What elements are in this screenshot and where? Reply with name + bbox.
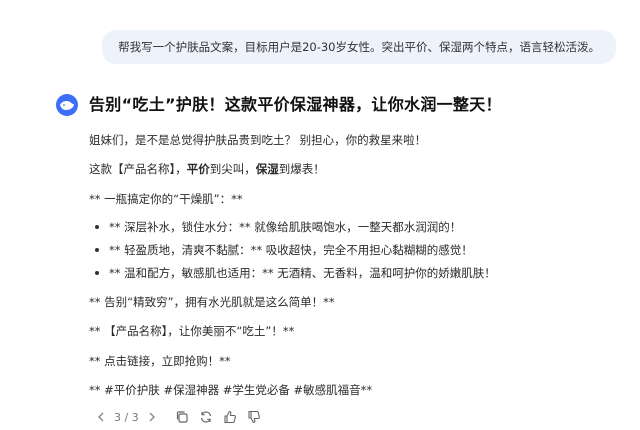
list-item: ** 温和配方，敏感肌也适用：** 无酒精、无香料，温和呵护你的娇嫩肌肤！ — [95, 265, 496, 288]
answer-pager: 3 / 3 — [94, 410, 159, 424]
benefit-list: ** 深层补水，锁住水分：** 就像给肌肤喝饱水，一整天都水润润的！ ** 轻盈… — [95, 219, 496, 288]
assistant-whale-icon — [60, 101, 74, 110]
pager-text: 3 / 3 — [114, 410, 139, 424]
assistant-avatar — [56, 94, 78, 116]
feature-text-a: 这款【产品名称】， — [89, 162, 187, 176]
feature-text-c: 到尖叫， — [209, 162, 256, 176]
feature-bold-moist: 保湿 — [255, 162, 279, 176]
thumbs-down-icon[interactable] — [247, 410, 261, 424]
assistant-answer: 告别“吃土”护肤！这款平价保湿神器，让你水润一整天！ 姐妹们，是不是总觉得护肤品… — [89, 92, 609, 397]
chevron-left-icon[interactable] — [94, 410, 108, 424]
answer-paragraph-cta: ** 点击链接，立即抢购！** — [89, 354, 231, 368]
user-message-text: 帮我写一个护肤品文案，目标用户是20-30岁女性。突出平价、保湿两个特点，语言轻… — [118, 40, 600, 54]
list-item: ** 轻盈质地，清爽不黏腻：** 吸收超快，完全不用担心黏糊糊的感觉！ — [95, 242, 496, 265]
answer-title: 告别“吃土”护肤！这款平价保湿神器，让你水润一整天！ — [89, 95, 502, 114]
answer-paragraph-features: 这款【产品名称】，平价到尖叫，保湿到爆表！ — [89, 161, 325, 177]
user-message-bubble: 帮我写一个护肤品文案，目标用户是20-30岁女性。突出平价、保湿两个特点，语言轻… — [102, 30, 616, 64]
thumbs-up-icon[interactable] — [223, 410, 237, 424]
answer-paragraph-intro: 姐妹们，是不是总觉得护肤品贵到吃土？ 别担心，你的救星来啦！ — [89, 133, 427, 147]
answer-subheading: ** 一瓶搞定你的“干燥肌”：** — [89, 192, 243, 206]
answer-paragraph-hashtags: ** #平价护肤 #保湿神器 #学生党必备 #敏感肌福音** — [89, 383, 373, 397]
answer-toolbar: 3 / 3 — [94, 409, 261, 425]
refresh-icon[interactable] — [199, 410, 213, 424]
copy-icon[interactable] — [175, 410, 189, 424]
chevron-right-icon[interactable] — [145, 410, 159, 424]
list-item: ** 深层补水，锁住水分：** 就像给肌肤喝饱水，一整天都水润润的！ — [95, 219, 496, 242]
answer-paragraph-product: ** 【产品名称】，让你美丽不“吃土”！** — [89, 324, 295, 338]
answer-paragraph-closing: ** 告别“精致穷”，拥有水光肌就是这么简单！** — [89, 295, 335, 309]
feature-text-e: 到爆表！ — [278, 162, 325, 176]
feature-bold-price: 平价 — [186, 162, 210, 176]
